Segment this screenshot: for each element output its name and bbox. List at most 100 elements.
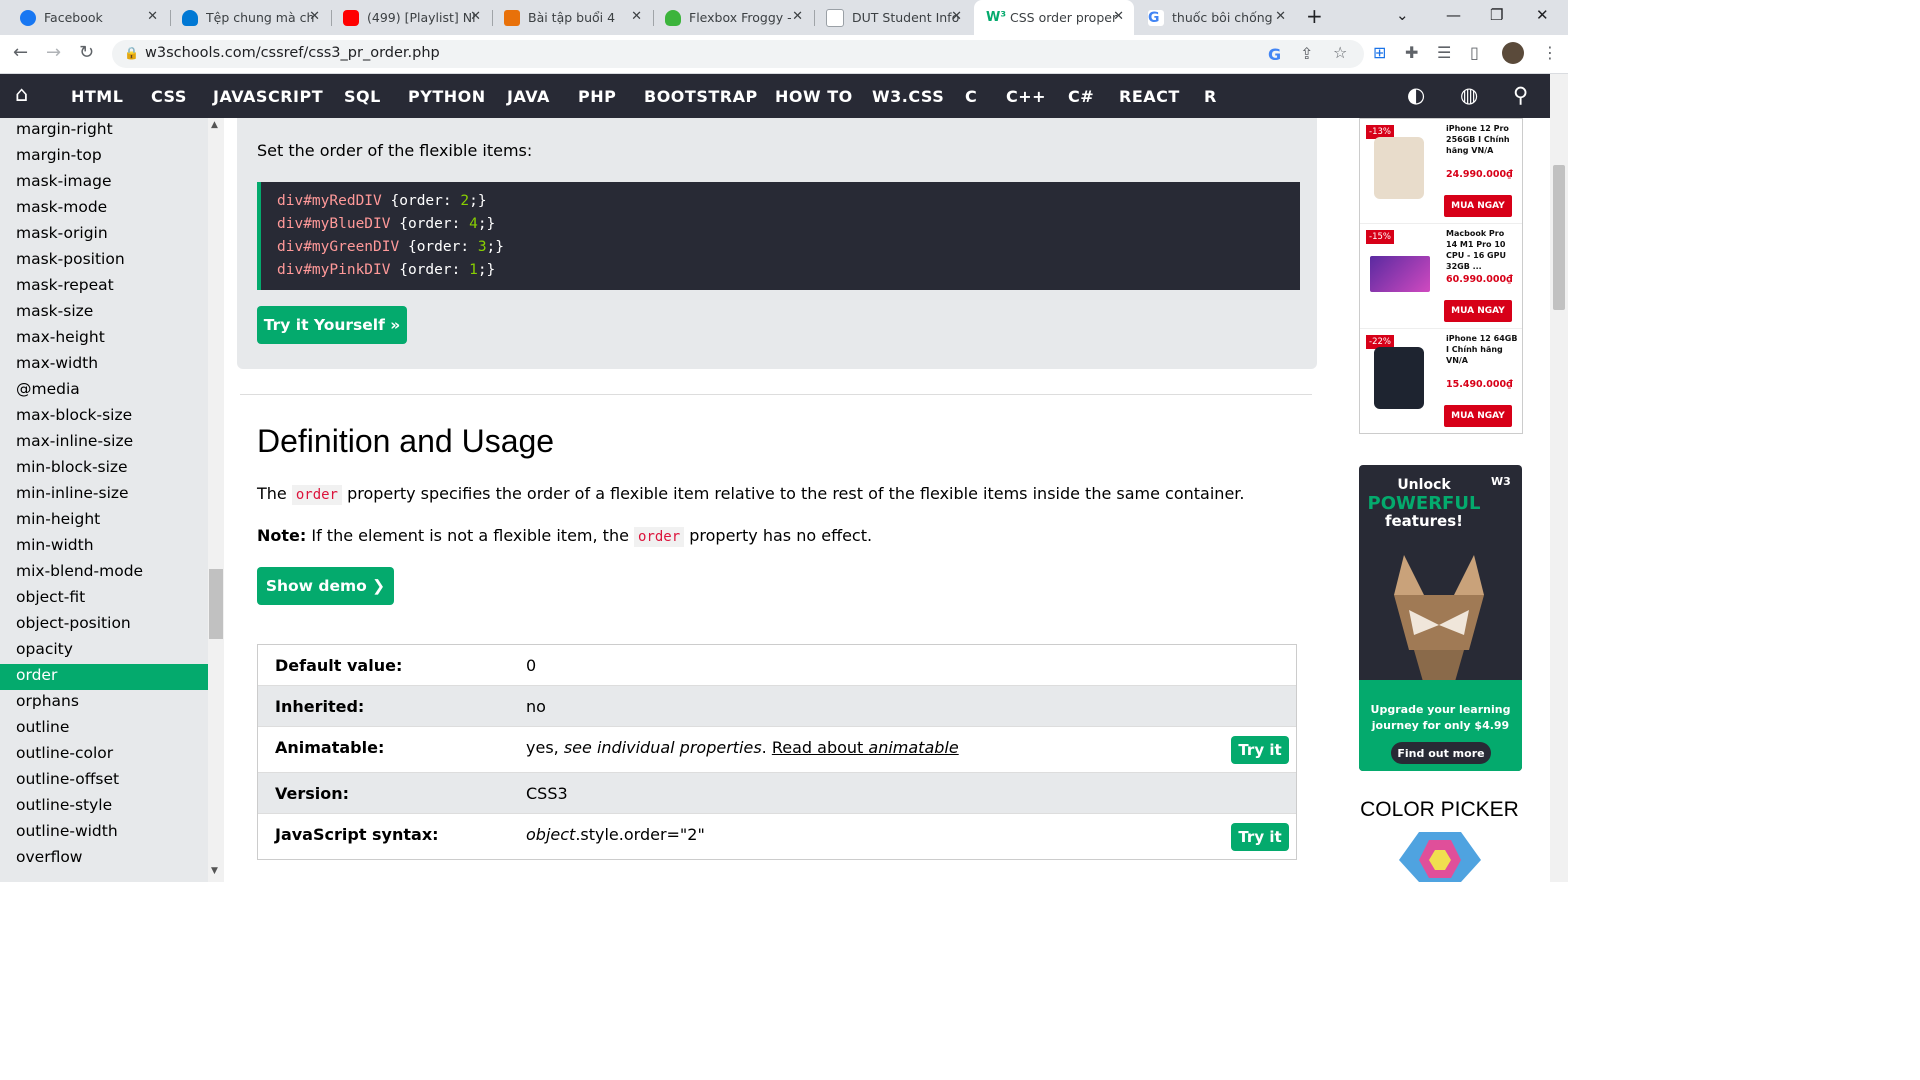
extensions-icon[interactable]: ✚ (1405, 43, 1418, 62)
share-icon[interactable]: ⇪ (1300, 44, 1313, 63)
sidebar-item-media[interactable]: @media (0, 378, 208, 404)
sidebar-item-overflow[interactable]: overflow (0, 846, 208, 872)
new-tab-button[interactable]: + (1306, 4, 1323, 28)
nav-javascript[interactable]: JAVASCRIPT (213, 87, 323, 106)
sidebar-item-max-inline-size[interactable]: max-inline-size (0, 430, 208, 456)
sidebar-item-max-block-size[interactable]: max-block-size (0, 404, 208, 430)
sidebar-item-max-width[interactable]: max-width (0, 352, 208, 378)
close-icon[interactable]: ✕ (309, 9, 320, 24)
sidebar-item-opacity[interactable]: opacity (0, 638, 208, 664)
sidebar-item-outline-offset[interactable]: outline-offset (0, 768, 208, 794)
sidebar-item-min-inline-size[interactable]: min-inline-size (0, 482, 208, 508)
close-icon[interactable]: ✕ (792, 9, 803, 24)
sidebar-item-mask-mode[interactable]: mask-mode (0, 196, 208, 222)
browser-tab[interactable]: G thuốc bôi chống ✕ (1136, 0, 1296, 35)
buy-now-button[interactable]: MUA NGAY (1444, 195, 1512, 217)
try-it-button[interactable]: Try it (1231, 823, 1289, 851)
scroll-down-icon[interactable]: ▼ (211, 866, 218, 876)
sidebar-scroll-thumb[interactable] (209, 569, 223, 639)
try-it-yourself-button[interactable]: Try it Yourself » (257, 306, 407, 344)
nav-html[interactable]: HTML (71, 87, 123, 106)
nav-cpp[interactable]: C++ (1006, 87, 1046, 106)
sidebar-item-outline-width[interactable]: outline-width (0, 820, 208, 846)
buy-now-button[interactable]: MUA NGAY (1444, 300, 1512, 322)
sidebar-item-mask-repeat[interactable]: mask-repeat (0, 274, 208, 300)
w3schools-promo-ad[interactable]: Unlock POWERFUL features! W3 Upgrade you… (1359, 465, 1522, 771)
buy-now-button[interactable]: MUA NGAY (1444, 405, 1512, 427)
sidebar-item-orphans[interactable]: orphans (0, 690, 208, 716)
product-ad[interactable]: -13% iPhone 12 Pro 256GB I Chính hãng VN… (1359, 118, 1523, 434)
sidebar-item-object-fit[interactable]: object-fit (0, 586, 208, 612)
google-lens-icon[interactable]: G (1268, 45, 1281, 64)
sidebar-item-order[interactable]: order (0, 664, 208, 690)
search-icon[interactable]: ⚲ (1513, 83, 1528, 107)
close-icon[interactable]: ✕ (1113, 9, 1124, 24)
color-picker-hexagon[interactable] (1399, 830, 1481, 882)
close-icon[interactable]: ✕ (631, 9, 642, 24)
sidebar-item-mix-blend-mode[interactable]: mix-blend-mode (0, 560, 208, 586)
browser-tab[interactable]: Bài tập buổi 4 ✕ (492, 0, 652, 35)
find-out-more-button[interactable]: Find out more (1391, 742, 1491, 764)
sidebar-item-margin-top[interactable]: margin-top (0, 144, 208, 170)
back-icon[interactable]: ← (13, 42, 28, 63)
show-demo-button[interactable]: Show demo ❯ (257, 567, 394, 605)
side-panel-icon[interactable]: ▯ (1470, 43, 1479, 62)
browser-tab[interactable]: DUT Student Info ✕ (814, 0, 972, 35)
nav-csharp[interactable]: C# (1068, 87, 1094, 106)
translate-extension-icon[interactable]: ⊞ (1373, 43, 1386, 62)
browser-tab-active[interactable]: W³ CSS order proper ✕ (974, 0, 1134, 35)
close-icon[interactable]: ✕ (470, 9, 481, 24)
dark-mode-icon[interactable]: ◐ (1407, 83, 1425, 107)
product-card[interactable]: -15% Macbook Pro 14 M1 Pro 10 CPU - 16 G… (1360, 224, 1522, 329)
nav-react[interactable]: REACT (1119, 87, 1180, 106)
sidebar-item-min-block-size[interactable]: min-block-size (0, 456, 208, 482)
reading-list-icon[interactable]: ☰ (1437, 43, 1451, 62)
product-card[interactable]: -13% iPhone 12 Pro 256GB I Chính hãng VN… (1360, 119, 1522, 224)
nav-bootstrap[interactable]: BOOTSTRAP (644, 87, 758, 106)
product-card[interactable]: -22% iPhone 12 64GB I Chính hãng VN/A 15… (1360, 329, 1522, 433)
home-icon[interactable]: ⌂ (15, 82, 28, 106)
page-scroll-thumb[interactable] (1553, 165, 1565, 310)
menu-icon[interactable]: ⋮ (1542, 43, 1558, 62)
sidebar-item-mask-origin[interactable]: mask-origin (0, 222, 208, 248)
nav-css[interactable]: CSS (151, 87, 187, 106)
nav-python[interactable]: PYTHON (408, 87, 486, 106)
address-bar[interactable]: 🔒 w3schools.com/cssref/css3_pr_order.php… (112, 40, 1364, 68)
url-text[interactable]: w3schools.com/cssref/css3_pr_order.php (145, 45, 440, 61)
sidebar-item-min-width[interactable]: min-width (0, 534, 208, 560)
close-icon[interactable]: ✕ (147, 9, 158, 24)
read-about-animatable-link[interactable]: Read about animatable (772, 738, 959, 757)
sidebar-item-mask-image[interactable]: mask-image (0, 170, 208, 196)
try-it-button[interactable]: Try it (1231, 736, 1289, 764)
sidebar-item-min-height[interactable]: min-height (0, 508, 208, 534)
nav-c[interactable]: C (965, 87, 977, 106)
lock-icon[interactable]: 🔒 (124, 46, 139, 60)
browser-tab[interactable]: (499) [Playlist] Nh ✕ (331, 0, 491, 35)
sidebar-item-object-position[interactable]: object-position (0, 612, 208, 638)
nav-php[interactable]: PHP (578, 87, 616, 106)
scroll-up-icon[interactable]: ▲ (211, 120, 218, 130)
browser-tab[interactable]: Flexbox Froggy - ✕ (653, 0, 813, 35)
sidebar-item-mask-size[interactable]: mask-size (0, 300, 208, 326)
sidebar-item-mask-position[interactable]: mask-position (0, 248, 208, 274)
sidebar-item-max-height[interactable]: max-height (0, 326, 208, 352)
tab-search-icon[interactable]: ⌄ (1396, 6, 1409, 24)
nav-r[interactable]: R (1204, 87, 1217, 106)
close-window-icon[interactable]: ✕ (1536, 6, 1549, 24)
bookmark-star-icon[interactable]: ☆ (1333, 43, 1347, 62)
sidebar-item-outline-style[interactable]: outline-style (0, 794, 208, 820)
sidebar-scrollbar[interactable]: ▲ ▼ (208, 118, 224, 882)
reload-icon[interactable]: ↻ (79, 42, 94, 63)
browser-tab[interactable]: Tệp chung mà chú ✕ (170, 0, 330, 35)
maximize-icon[interactable]: ❐ (1490, 6, 1503, 24)
sidebar-item-outline[interactable]: outline (0, 716, 208, 742)
profile-avatar[interactable] (1502, 42, 1524, 64)
nav-sql[interactable]: SQL (344, 87, 381, 106)
nav-how-to[interactable]: HOW TO (775, 87, 853, 106)
sidebar-item-outline-color[interactable]: outline-color (0, 742, 208, 768)
close-icon[interactable]: ✕ (951, 9, 962, 24)
globe-icon[interactable]: ◍ (1460, 83, 1478, 107)
sidebar-item-margin-right[interactable]: margin-right (0, 118, 208, 144)
close-icon[interactable]: ✕ (1275, 9, 1286, 24)
nav-w3css[interactable]: W3.CSS (872, 87, 944, 106)
